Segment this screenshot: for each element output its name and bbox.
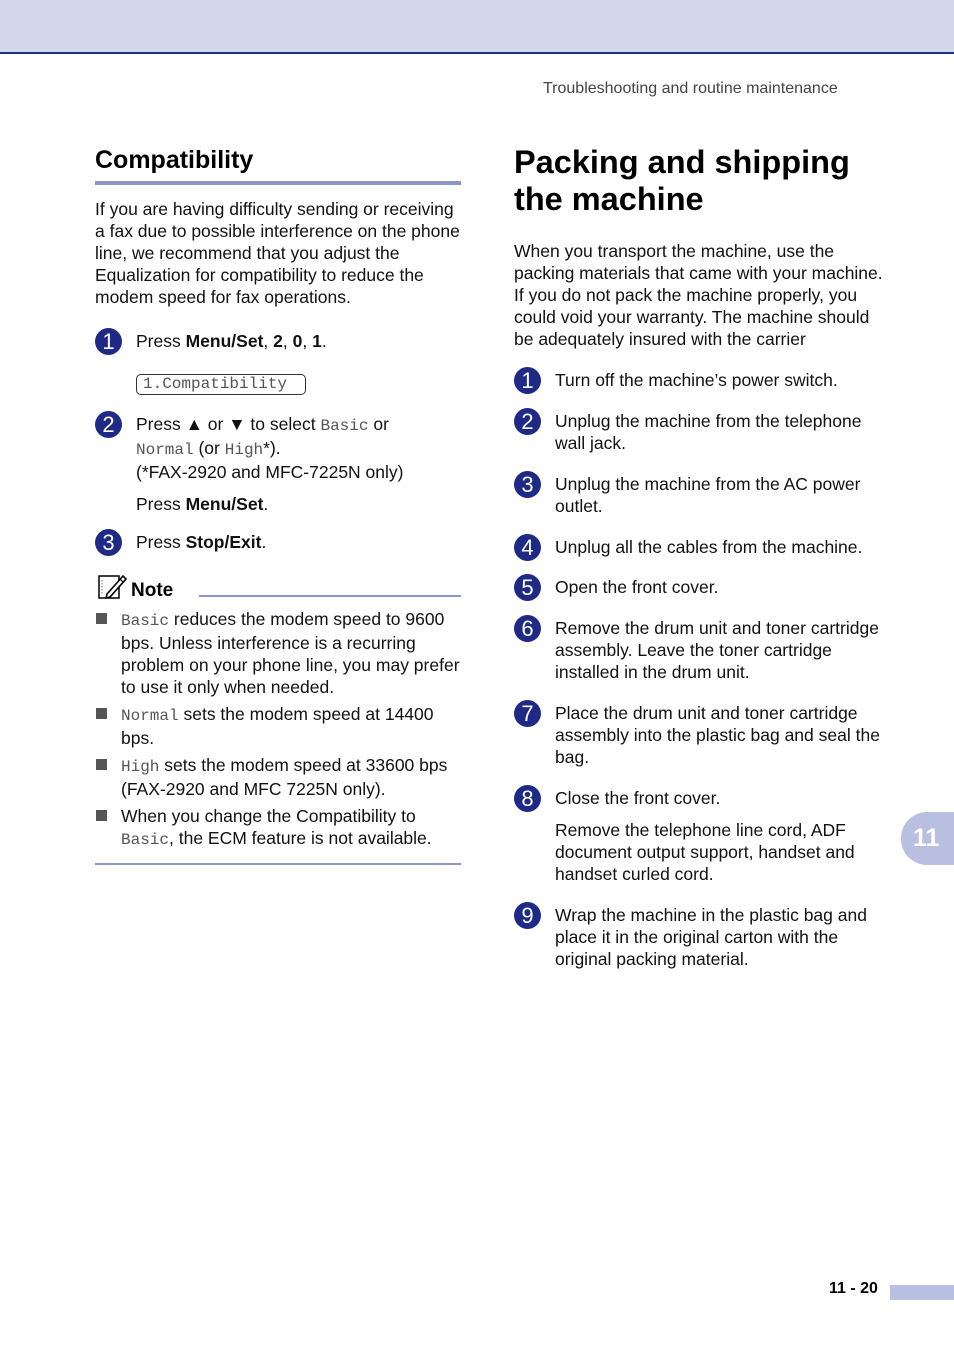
note-rule (199, 595, 461, 597)
note-item: Basic reduces the modem speed to 9600 bp… (95, 608, 461, 698)
chapter-tab: 11 (901, 812, 954, 865)
note-text: reduces the modem speed to 9600 bps. Unl… (121, 609, 460, 697)
step-number-icon: 4 (514, 534, 541, 561)
page-bar (890, 1285, 954, 1300)
header-band (0, 0, 954, 54)
note-header: Note (95, 572, 461, 604)
setting-name: Normal (121, 707, 179, 725)
step-2: 2 Unplug the machine from the telephone … (514, 408, 889, 454)
step-text: Place the drum unit and toner cartridge … (555, 703, 880, 767)
step-text: Open the front cover. (555, 577, 719, 597)
step-number-icon: 3 (514, 471, 541, 498)
note-label: Note (131, 580, 174, 601)
intro-paragraph: If you are having difficulty sending or … (95, 199, 460, 307)
section-title: Packing and shipping the machine (514, 144, 889, 218)
step-text: Press (136, 331, 186, 351)
step-text: Press (136, 532, 186, 552)
step-text: Remove the drum unit and toner cartridge… (555, 618, 879, 682)
compatibility-section: Compatibility If you are having difficul… (95, 144, 461, 865)
step-text: Unplug the machine from the AC power out… (555, 474, 861, 516)
step-5: 5 Open the front cover. (514, 574, 889, 601)
lcd-display: 1.Compatibility (136, 374, 307, 395)
step-text: Close the front cover. (555, 788, 721, 808)
step-7: 7 Place the drum unit and toner cartridg… (514, 700, 889, 768)
running-header: Troubleshooting and routine maintenance (543, 80, 838, 97)
step-number-icon: 1 (514, 367, 541, 394)
packing-section: Packing and shipping the machine When yo… (514, 144, 889, 970)
note-item: Normal sets the modem speed at 14400 bps… (95, 703, 461, 749)
step-1: 1 Turn off the machine’s power switch. (514, 367, 889, 394)
page-number: 11 - 20 (829, 1280, 878, 1297)
step-number-icon: 8 (514, 785, 541, 812)
step-number-icon: 5 (514, 574, 541, 601)
punctuation: . (261, 532, 267, 552)
option-basic: Basic (320, 417, 369, 435)
title-line: the machine (514, 181, 704, 217)
step-text: to select (245, 414, 321, 434)
step-9: 9 Wrap the machine in the plastic bag an… (514, 902, 889, 970)
step-number-icon: 2 (514, 408, 541, 435)
bullet-square-icon (96, 810, 107, 821)
key-label: 0 (292, 331, 303, 351)
step-number-icon: 9 (514, 902, 541, 929)
step-text: (or (193, 438, 225, 458)
down-arrow-icon: ▼ (228, 414, 246, 434)
section-title: Compatibility (95, 146, 254, 174)
intro-paragraph: When you transport the machine, use the … (514, 241, 883, 349)
note-end-rule (95, 863, 461, 865)
punctuation: . (263, 494, 269, 514)
setting-name: High (121, 758, 160, 776)
separator: , (263, 331, 274, 351)
step-text: or (368, 414, 389, 434)
step-1: 1 Press Menu/Set, 2, 0, 1. 1.Compatibili… (95, 328, 461, 395)
footnote: (*FAX-2920 and MFC-7225N only) (136, 462, 404, 482)
step-number-icon: 2 (95, 411, 122, 438)
setting-name: Basic (121, 831, 170, 849)
bullet-square-icon (96, 759, 107, 770)
step-text: Press (136, 414, 186, 434)
bullet-square-icon (96, 613, 107, 624)
step-text: Wrap the machine in the plastic bag and … (555, 905, 867, 969)
step-text: Turn off the machine’s power switch. (555, 370, 838, 390)
note-text: sets the modem speed at 33600 bps (FAX-2… (121, 755, 448, 799)
punctuation: . (321, 331, 327, 351)
step-6: 6 Remove the drum unit and toner cartrid… (514, 615, 889, 683)
separator: , (282, 331, 293, 351)
option-normal: Normal (136, 441, 194, 459)
note-text: , the ECM feature is not available. (169, 828, 432, 848)
up-arrow-icon: ▲ (185, 414, 203, 434)
step-3: 3 Unplug the machine from the AC power o… (514, 471, 889, 517)
title-line: Packing and shipping (514, 144, 850, 180)
step-number-icon: 6 (514, 615, 541, 642)
setting-name: Basic (121, 612, 170, 630)
step-4: 4 Unplug all the cables from the machine… (514, 534, 889, 561)
key-label: Menu/Set (185, 331, 264, 351)
step-number-icon: 1 (95, 328, 122, 355)
key-label: Stop/Exit (185, 532, 262, 552)
note-item: High sets the modem speed at 33600 bps (… (95, 754, 461, 800)
step-subtext: Remove the telephone line cord, ADF docu… (555, 820, 855, 884)
key-label: 1 (312, 331, 322, 351)
key-label: Menu/Set (185, 494, 264, 514)
step-8: 8 Close the front cover. Remove the tele… (514, 785, 889, 885)
step-2: 2 Press ▲ or ▼ to select Basic or Normal… (95, 411, 461, 515)
note-item: When you change the Compatibility to Bas… (95, 805, 461, 851)
step-text: Press (136, 494, 186, 514)
step-text: *). (263, 438, 281, 458)
step-3: 3 Press Stop/Exit. (95, 529, 461, 556)
note-text: When you change the Compatibility to (121, 806, 416, 826)
note-pencil-icon (98, 574, 127, 600)
option-high: High (224, 441, 264, 459)
step-text: Unplug all the cables from the machine. (555, 537, 863, 557)
step-text: Unplug the machine from the telephone wa… (555, 411, 862, 453)
title-rule (95, 181, 461, 185)
step-number-icon: 3 (95, 529, 122, 556)
bullet-square-icon (96, 708, 107, 719)
separator: , (302, 331, 313, 351)
key-label: 2 (273, 331, 283, 351)
step-text: or (202, 414, 229, 434)
step-number-icon: 7 (514, 700, 541, 727)
